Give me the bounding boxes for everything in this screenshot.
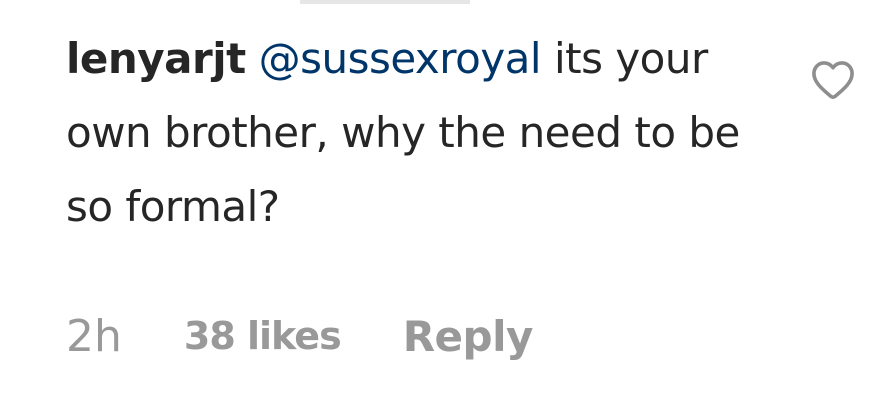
comment-timestamp[interactable]: 2h — [66, 311, 122, 362]
comment-mention[interactable]: @sussexroyal — [259, 34, 542, 83]
comment-body: lenyarjt @sussexroyal its your own broth… — [66, 22, 766, 244]
comment-meta: 2h 38 likes Reply — [66, 306, 533, 366]
like-button[interactable] — [806, 52, 860, 106]
comment-likes-count[interactable]: 38 likes — [184, 314, 342, 358]
comment-username[interactable]: lenyarjt — [66, 34, 246, 83]
heart-outline-icon — [812, 61, 854, 99]
reply-button[interactable]: Reply — [403, 312, 534, 361]
top-divider — [300, 0, 470, 4]
